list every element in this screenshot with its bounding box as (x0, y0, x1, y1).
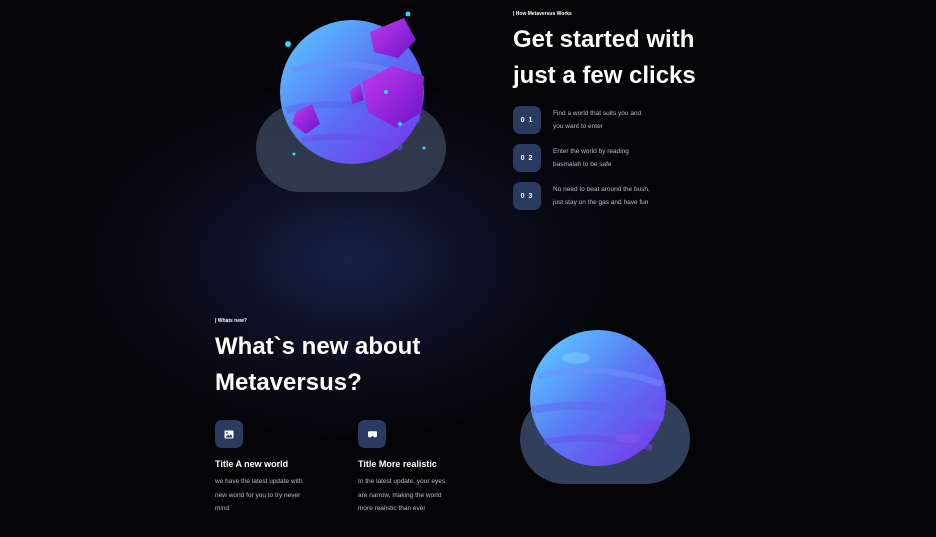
new-title-line2: Metaversus? (215, 369, 362, 396)
planet-illustration-bottom (520, 330, 690, 484)
step-description: No need to beat around the bush, just st… (553, 186, 650, 206)
image-icon (215, 420, 243, 448)
feature-item: Title More realistic In the latest updat… (358, 420, 478, 516)
vr-headset-icon (358, 420, 386, 448)
whats-new-eyebrow: | Whats new? (215, 318, 247, 324)
step-item: 0 3 No need to beat around the bush, jus… (513, 182, 773, 210)
step-description: Enter the world by reading basmalah to b… (553, 148, 629, 168)
step-number-badge: 0 1 (513, 106, 541, 134)
feature-description: we have the latest update with new world… (215, 478, 303, 512)
step-number-badge: 0 2 (513, 144, 541, 172)
step-item: 0 1 Find a world that suits you and you … (513, 106, 773, 134)
planet-illustration-top (256, 11, 446, 192)
step-item: 0 2 Enter the world by reading basmalah … (513, 144, 773, 172)
step-description: Find a world that suits you and you want… (553, 110, 642, 130)
whats-new-title: What`s new about Metaversus? (215, 329, 420, 401)
feature-title: Title A new world (215, 459, 289, 469)
how-title-line1: Get started with (513, 26, 695, 53)
how-it-works-title: Get started with just a few clicks (513, 22, 696, 94)
how-it-works-eyebrow: | How Metaversus Works (513, 11, 572, 17)
new-title-line1: What`s new about (215, 333, 421, 360)
how-title-line2: just a few clicks (513, 62, 696, 89)
feature-title: Title More realistic (358, 459, 437, 469)
feature-item: Title A new world we have the latest upd… (215, 420, 335, 516)
feature-description: In the latest update, your eyes are narr… (358, 478, 446, 512)
step-number-badge: 0 3 (513, 182, 541, 210)
